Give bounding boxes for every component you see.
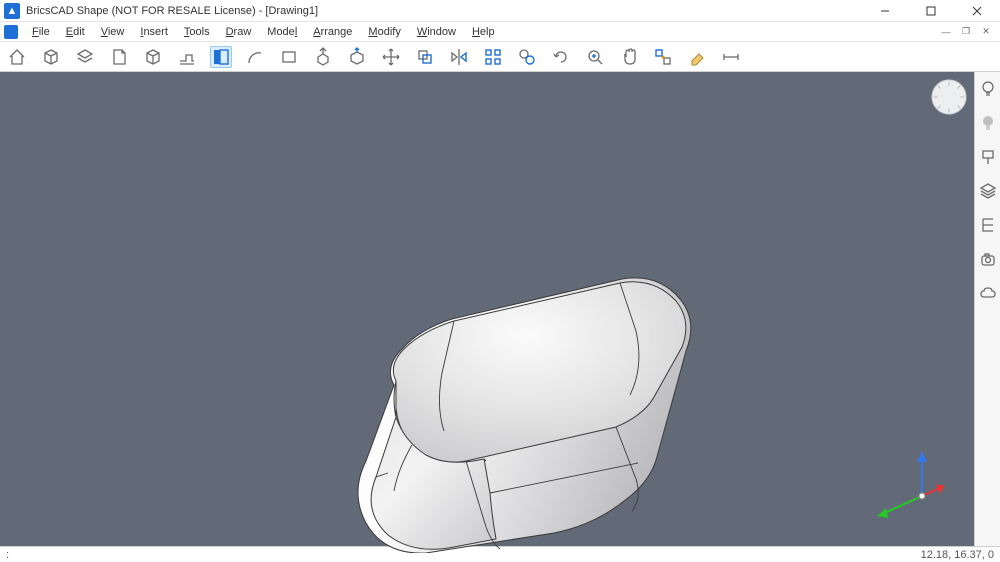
tool-arc-tool[interactable] bbox=[244, 46, 266, 68]
minimize-button[interactable] bbox=[862, 0, 908, 22]
menu-item-help[interactable]: Help bbox=[464, 25, 503, 39]
tool-measure[interactable] bbox=[720, 46, 742, 68]
main-area bbox=[0, 72, 1000, 546]
close-button[interactable] bbox=[954, 0, 1000, 22]
tool-home[interactable] bbox=[6, 46, 28, 68]
drawing-solid-body[interactable] bbox=[336, 277, 698, 553]
panel-camera[interactable] bbox=[979, 250, 997, 268]
panel-light-bulb-filled[interactable] bbox=[979, 114, 997, 132]
app-icon-small bbox=[4, 25, 18, 39]
menu-item-edit[interactable]: Edit bbox=[58, 25, 93, 39]
panel-light-bulb[interactable] bbox=[979, 80, 997, 98]
tool-extrude[interactable] bbox=[312, 46, 334, 68]
right-panel-strip bbox=[974, 72, 1000, 546]
menu-item-file[interactable]: File bbox=[24, 25, 58, 39]
tool-cube[interactable] bbox=[142, 46, 164, 68]
tool-array[interactable] bbox=[482, 46, 504, 68]
maximize-button[interactable] bbox=[908, 0, 954, 22]
panel-layers-stack[interactable] bbox=[979, 182, 997, 200]
view-cube[interactable] bbox=[930, 78, 968, 116]
mdi-close[interactable]: ✕ bbox=[976, 24, 996, 40]
menu-item-modify[interactable]: Modify bbox=[360, 25, 408, 39]
mdi-restore[interactable]: ❐ bbox=[956, 24, 976, 40]
toolbar bbox=[0, 42, 1000, 72]
panel-paint[interactable] bbox=[979, 148, 997, 166]
menu-item-tools[interactable]: Tools bbox=[176, 25, 218, 39]
mdi-minimize[interactable]: — bbox=[936, 24, 956, 40]
panel-cloud[interactable] bbox=[979, 284, 997, 302]
menu-item-insert[interactable]: Insert bbox=[132, 25, 176, 39]
menu-item-arrange[interactable]: Arrange bbox=[305, 25, 360, 39]
tool-pan[interactable] bbox=[618, 46, 640, 68]
titlebar: ▲ BricsCAD Shape (NOT FOR RESALE License… bbox=[0, 0, 1000, 22]
menu-item-window[interactable]: Window bbox=[409, 25, 464, 39]
app-icon: ▲ bbox=[4, 3, 20, 19]
viewport-3d[interactable] bbox=[0, 72, 974, 546]
statusbar-left: : bbox=[6, 549, 9, 561]
tool-rotate[interactable] bbox=[550, 46, 572, 68]
panel-structure[interactable] bbox=[979, 216, 997, 234]
tool-section[interactable] bbox=[210, 46, 232, 68]
mdi-controls: — ❐ ✕ bbox=[936, 24, 1000, 40]
menu-item-model[interactable]: Model bbox=[259, 25, 305, 39]
menu-item-draw[interactable]: Draw bbox=[218, 25, 260, 39]
menubar: FileEditViewInsertToolsDrawModelArrangeM… bbox=[0, 22, 1000, 42]
tool-rect-tool[interactable] bbox=[278, 46, 300, 68]
axis-triad[interactable] bbox=[866, 438, 956, 528]
menu-item-view[interactable]: View bbox=[93, 25, 133, 39]
tool-copy[interactable] bbox=[414, 46, 436, 68]
tool-align[interactable] bbox=[516, 46, 538, 68]
window-title: BricsCAD Shape (NOT FOR RESALE License) … bbox=[26, 5, 862, 17]
tool-mirror[interactable] bbox=[448, 46, 470, 68]
tool-push-pull[interactable] bbox=[346, 46, 368, 68]
tool-layers[interactable] bbox=[74, 46, 96, 68]
tool-zoom-fit[interactable] bbox=[584, 46, 606, 68]
tool-move[interactable] bbox=[380, 46, 402, 68]
tool-box[interactable] bbox=[40, 46, 62, 68]
tool-profile[interactable] bbox=[176, 46, 198, 68]
tool-snap[interactable] bbox=[652, 46, 674, 68]
statusbar-coords: 12.18, 16.37, 0 bbox=[921, 549, 994, 561]
tool-page[interactable] bbox=[108, 46, 130, 68]
tool-eraser[interactable] bbox=[686, 46, 708, 68]
window-controls bbox=[862, 0, 1000, 22]
